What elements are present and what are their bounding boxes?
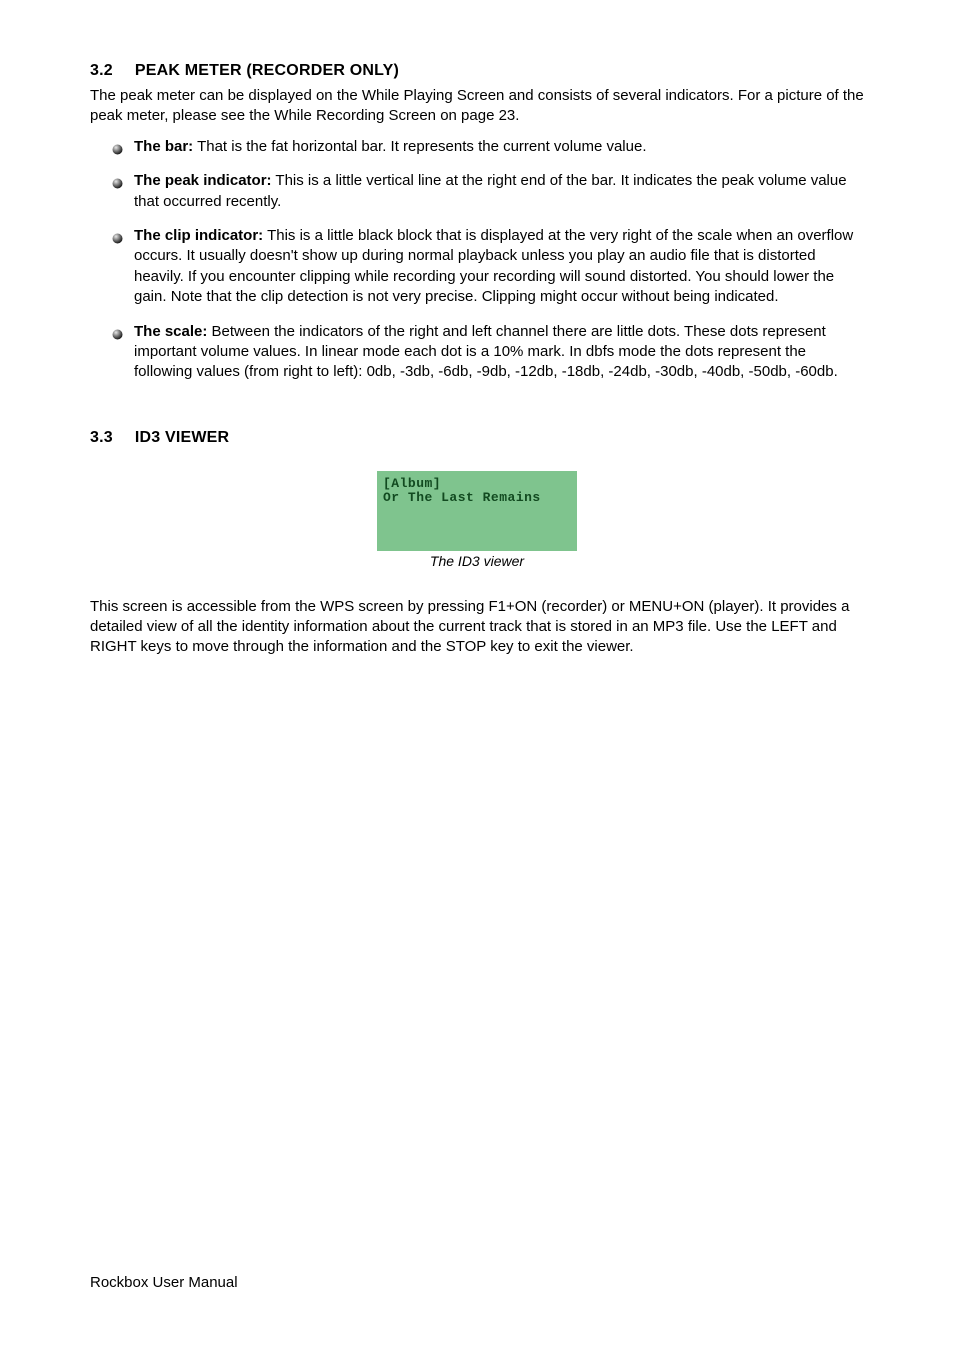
lcd-line-2: Or The Last Remains (383, 491, 573, 505)
list-item: The bar: That is the fat horizontal bar.… (90, 137, 864, 157)
section-3-2-list: The bar: That is the fat horizontal bar.… (90, 137, 864, 383)
item-text: Between the indicators of the right and … (134, 323, 838, 381)
sphere-bullet-icon (112, 326, 123, 337)
item-label: The scale: (134, 323, 207, 340)
list-item: The clip indicator: This is a little bla… (90, 226, 864, 308)
section-3-2-number: 3.2 (90, 62, 113, 80)
id3-viewer-lcd: [Album] Or The Last Remains (377, 471, 577, 551)
section-3-3-number: 3.3 (90, 429, 113, 447)
sphere-bullet-icon (112, 175, 123, 186)
section-3-2-heading: 3.2 PEAK METER (RECORDER ONLY) (90, 62, 864, 80)
sphere-bullet-icon (112, 230, 123, 241)
id3-viewer-figure: [Album] Or The Last Remains The ID3 view… (90, 471, 864, 569)
footer-text: Rockbox User Manual (90, 1274, 238, 1291)
section-3-3-heading: 3.3 ID3 VIEWER (90, 429, 864, 447)
lcd-line-1: [Album] (383, 477, 573, 491)
sphere-bullet-icon (112, 141, 123, 152)
list-item: The peak indicator: This is a little ver… (90, 171, 864, 212)
list-item: The scale: Between the indicators of the… (90, 322, 864, 383)
item-label: The clip indicator: (134, 227, 263, 244)
item-label: The peak indicator: (134, 172, 272, 189)
section-3-2-title: PEAK METER (RECORDER ONLY) (135, 62, 399, 79)
item-label: The bar: (134, 138, 193, 155)
section-3-3-body: This screen is accessible from the WPS s… (90, 597, 864, 658)
item-text: That is the fat horizontal bar. It repre… (193, 138, 646, 155)
section-3-3-title: ID3 VIEWER (135, 429, 229, 446)
section-3-2-intro: The peak meter can be displayed on the W… (90, 86, 864, 127)
figure-caption: The ID3 viewer (90, 553, 864, 569)
